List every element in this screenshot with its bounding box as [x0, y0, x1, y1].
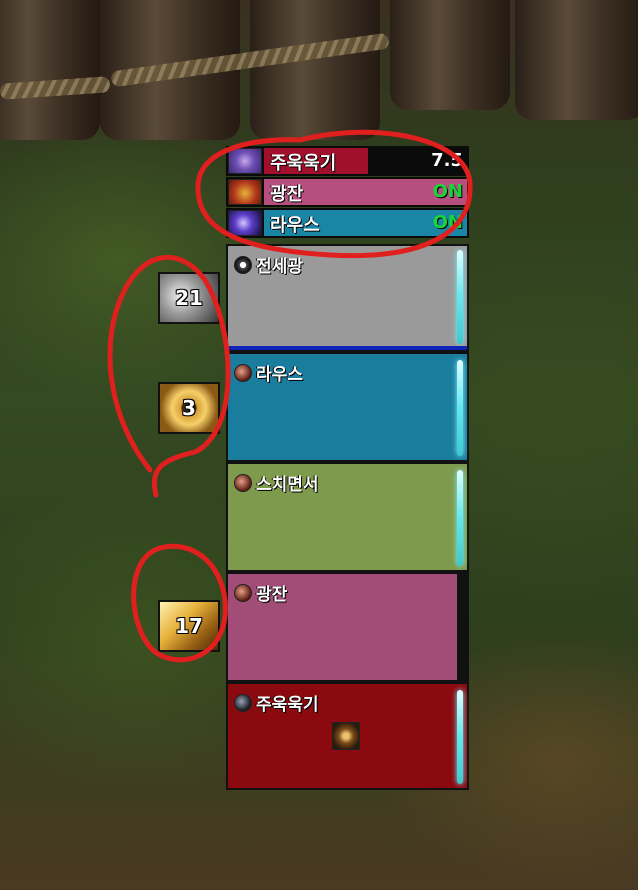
buff-label: 스치면서 — [256, 475, 319, 495]
cyan-glow-bar — [457, 690, 463, 784]
ability-icon — [332, 722, 360, 750]
brain-swirl-icon — [228, 148, 262, 174]
cooldown-count: 21 — [175, 286, 203, 310]
status-value: ON — [432, 212, 463, 233]
cyan-glow-bar — [457, 250, 463, 344]
buff-block-gwangjan: 광잔 — [226, 572, 469, 682]
status-name: 라우스 — [270, 215, 320, 236]
empty-track — [457, 574, 467, 680]
purple-orb-icon — [228, 210, 262, 236]
buff-block-seuchimyeonseo: 스치면서 — [226, 462, 469, 572]
cooldown-icon-grey-ghost[interactable]: 21 — [158, 272, 220, 324]
wooden-log — [250, 0, 380, 140]
wooden-log — [515, 0, 638, 120]
buff-block-mind-freeze: 주욱욱기 — [226, 682, 469, 790]
cooldown-count: 3 — [182, 396, 196, 420]
status-row-gwangjan: 광잔 ON — [226, 177, 469, 207]
buff-label: 라우스 — [256, 365, 303, 385]
black-swirl-icon — [234, 693, 252, 712]
buff-label: 주욱욱기 — [256, 695, 319, 715]
cooldown-icon-golden-shield[interactable]: 17 — [158, 600, 220, 652]
status-row-raus: 라우스 ON — [226, 208, 469, 238]
status-bar-panel: 주욱욱기 7.5 광잔 ON 라우스 ON — [226, 146, 469, 239]
buff-block-raus: 라우스 — [226, 352, 469, 462]
cyan-glow-bar — [457, 470, 463, 566]
buff-label: 전세광 — [256, 257, 303, 277]
red-dot-icon — [234, 363, 252, 382]
status-name: 주욱욱기 — [270, 153, 337, 174]
cooldown-icon-golden-rune[interactable]: 3 — [158, 382, 220, 434]
cooldown-count: 17 — [175, 614, 203, 638]
plus-circle-icon — [234, 255, 252, 274]
status-name: 광잔 — [270, 184, 304, 205]
red-dot-icon — [234, 473, 252, 492]
cyan-glow-bar — [457, 360, 463, 456]
buff-block-jeonsegwang: 전세광 — [226, 244, 469, 352]
red-dot-icon — [234, 583, 252, 602]
wooden-log — [390, 0, 510, 110]
separator-line — [228, 346, 467, 350]
status-value: 7.5 — [431, 150, 463, 171]
status-value: ON — [432, 181, 463, 202]
buff-label: 광잔 — [256, 585, 288, 605]
wooden-log — [0, 0, 100, 140]
status-row-mind-freeze: 주욱욱기 7.5 — [226, 146, 469, 176]
raised-fist-icon — [228, 179, 262, 205]
